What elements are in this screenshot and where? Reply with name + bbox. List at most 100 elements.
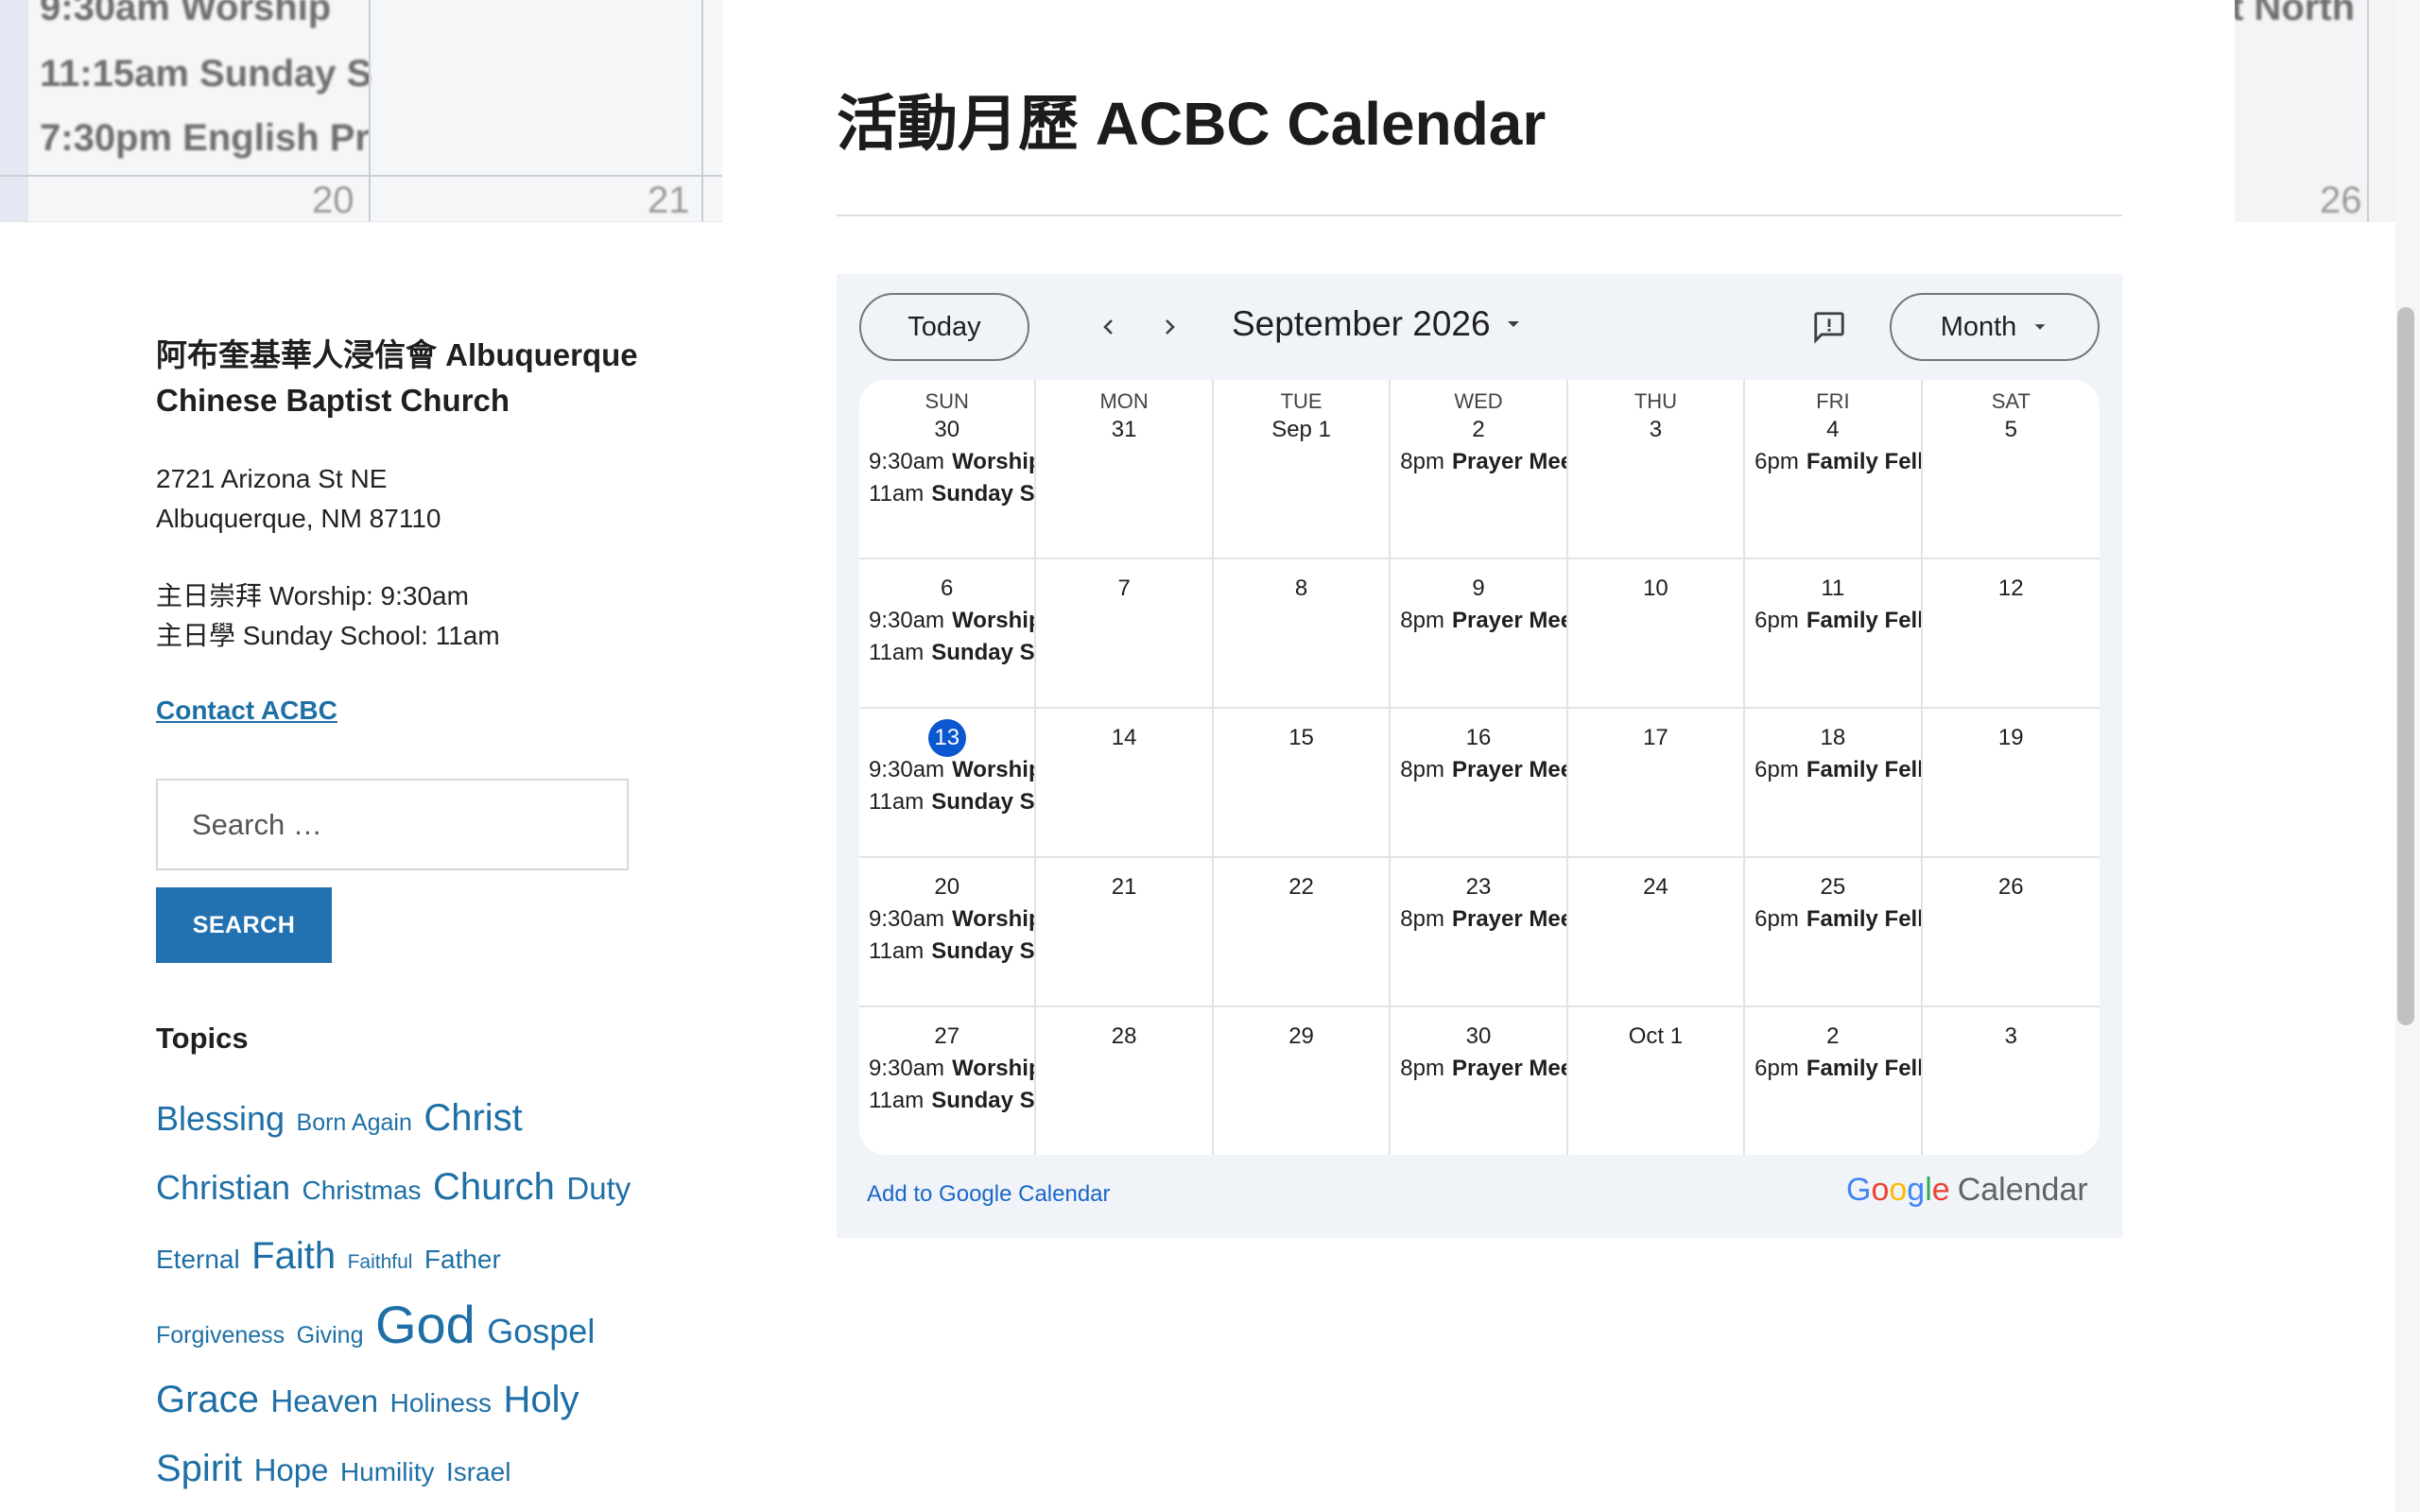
calendar-day-cell[interactable]: SUN 30 9:30am Worship 11amSunday School bbox=[859, 380, 1037, 559]
calendar-day-cell[interactable]: 17 bbox=[1567, 709, 1746, 858]
calendar-event[interactable]: 11amSunday School bbox=[859, 936, 1034, 968]
topic-tag-link[interactable]: Church bbox=[433, 1166, 555, 1208]
topic-tag-link[interactable]: Christ bbox=[424, 1097, 522, 1139]
calendar-event[interactable]: 8pm Prayer Meeting bbox=[1391, 446, 1565, 478]
calendar-day-cell[interactable]: 20 9:30am Worship 11amSunday School bbox=[859, 858, 1037, 1007]
next-month-button[interactable] bbox=[1149, 306, 1190, 348]
day-number[interactable]: 3 bbox=[1568, 414, 1743, 446]
day-number[interactable]: 8 bbox=[1214, 573, 1389, 605]
day-number[interactable]: 17 bbox=[1568, 722, 1743, 754]
topic-tag-link[interactable]: Heaven bbox=[270, 1383, 378, 1418]
today-day-number[interactable]: 13 bbox=[859, 719, 1034, 757]
calendar-day-cell[interactable]: 24 bbox=[1567, 858, 1746, 1007]
calendar-day-cell[interactable]: TUE Sep 1 bbox=[1213, 380, 1392, 559]
topic-tag-link[interactable]: God bbox=[375, 1295, 475, 1354]
topic-tag-link[interactable]: Grace bbox=[156, 1379, 259, 1420]
search-button[interactable]: SEARCH bbox=[156, 887, 332, 963]
day-number[interactable]: 4 bbox=[1745, 414, 1920, 446]
topic-tag-link[interactable]: Faithful bbox=[348, 1251, 413, 1273]
calendar-day-cell[interactable]: 16 8pm Prayer Meeting bbox=[1391, 709, 1568, 858]
calendar-event[interactable]: 11amSunday School bbox=[859, 637, 1034, 669]
day-number[interactable]: Oct 1 bbox=[1568, 1021, 1743, 1053]
calendar-day-cell[interactable]: 15 bbox=[1213, 709, 1392, 858]
calendar-day-cell[interactable]: Oct 1 bbox=[1568, 1007, 1746, 1155]
calendar-day-cell[interactable]: 8 bbox=[1213, 559, 1392, 709]
contact-link[interactable]: Contact ACBC bbox=[156, 696, 337, 726]
day-number[interactable]: 2 bbox=[1391, 414, 1565, 446]
view-selector-button[interactable]: Month bbox=[1890, 293, 2100, 361]
today-button[interactable]: Today bbox=[859, 293, 1029, 361]
topic-tag-link[interactable]: Humility bbox=[340, 1457, 435, 1486]
scrollbar-thumb[interactable] bbox=[2397, 307, 2414, 1025]
calendar-event[interactable]: 8pm Prayer Meeting bbox=[1391, 605, 1565, 637]
calendar-event[interactable]: 9:30am Worship bbox=[859, 605, 1034, 637]
day-number[interactable]: 27 bbox=[859, 1021, 1034, 1053]
calendar-day-cell[interactable]: 7 bbox=[1036, 559, 1214, 709]
calendar-event[interactable]: 11amSunday School bbox=[859, 478, 1034, 510]
calendar-event[interactable]: 9:30am Worship bbox=[859, 1053, 1034, 1085]
add-to-google-calendar-link[interactable]: Add to Google Calendar bbox=[867, 1181, 1111, 1208]
day-number[interactable]: 7 bbox=[1036, 573, 1211, 605]
day-number[interactable]: 19 bbox=[1923, 722, 2100, 754]
topic-tag-link[interactable]: Christian bbox=[156, 1168, 290, 1207]
calendar-event[interactable]: 9:30am Worship bbox=[859, 446, 1034, 478]
day-number[interactable]: 6 bbox=[859, 573, 1034, 605]
calendar-day-cell[interactable]: 6 9:30am Worship 11amSunday School bbox=[859, 559, 1037, 709]
day-number[interactable]: 29 bbox=[1214, 1021, 1389, 1053]
calendar-event[interactable]: 9:30am Worship bbox=[859, 903, 1034, 936]
topic-tag-link[interactable]: Blessing bbox=[156, 1099, 285, 1138]
calendar-day-cell[interactable]: 19 bbox=[1922, 709, 2100, 858]
calendar-day-cell[interactable]: 14 bbox=[1036, 709, 1214, 858]
topic-tag-link[interactable]: Duty bbox=[566, 1171, 631, 1206]
topic-tag-link[interactable]: Father bbox=[424, 1245, 501, 1274]
calendar-day-cell[interactable]: 21 bbox=[1036, 858, 1214, 1007]
calendar-day-cell[interactable]: 22 bbox=[1213, 858, 1392, 1007]
day-number[interactable]: Sep 1 bbox=[1214, 414, 1389, 446]
day-number[interactable]: 24 bbox=[1568, 871, 1743, 903]
topic-tag-link[interactable]: Gospel bbox=[487, 1312, 595, 1350]
calendar-day-cell[interactable]: 2 6pm Family Fellowship bbox=[1745, 1007, 1923, 1155]
day-number[interactable]: 20 bbox=[859, 871, 1034, 903]
day-number[interactable]: 25 bbox=[1745, 871, 1920, 903]
day-number[interactable]: 2 bbox=[1745, 1021, 1920, 1053]
day-number[interactable]: 15 bbox=[1214, 722, 1389, 754]
topic-tag-link[interactable]: Born Again bbox=[297, 1109, 412, 1136]
previous-month-button[interactable] bbox=[1088, 306, 1130, 348]
calendar-day-cell[interactable]: 9 8pm Prayer Meeting bbox=[1391, 559, 1568, 709]
topic-tag-link[interactable]: Hope bbox=[254, 1452, 329, 1487]
day-number[interactable]: 14 bbox=[1036, 722, 1211, 754]
calendar-event[interactable]: 8pm Prayer Meeting bbox=[1391, 754, 1565, 786]
day-number[interactable]: 22 bbox=[1214, 871, 1389, 903]
day-number[interactable]: 9 bbox=[1391, 573, 1565, 605]
day-number[interactable]: 18 bbox=[1745, 722, 1920, 754]
calendar-day-cell[interactable]: SAT 5 bbox=[1922, 380, 2100, 559]
calendar-event[interactable]: 6pm Family Fellowship bbox=[1745, 605, 1920, 637]
day-number[interactable]: 11 bbox=[1745, 573, 1920, 605]
calendar-event[interactable]: 6pm Family Fellowship bbox=[1745, 1053, 1920, 1085]
calendar-day-cell[interactable]: 12 bbox=[1922, 559, 2100, 709]
calendar-day-cell[interactable]: 23 8pm Prayer Meeting bbox=[1391, 858, 1568, 1007]
day-number[interactable]: 28 bbox=[1036, 1021, 1211, 1053]
calendar-day-cell[interactable]: MON 31 bbox=[1036, 380, 1214, 559]
day-number[interactable]: 21 bbox=[1036, 871, 1211, 903]
calendar-event[interactable]: 11amSunday School bbox=[859, 786, 1034, 818]
calendar-event[interactable]: 8pm Prayer Meeting bbox=[1391, 1053, 1565, 1085]
google-calendar-logo[interactable]: Google Calendar bbox=[1846, 1172, 2088, 1209]
topic-tag-link[interactable]: Christmas bbox=[302, 1176, 422, 1205]
calendar-event[interactable]: 6pm Family Fellowship bbox=[1745, 754, 1920, 786]
topic-tag-link[interactable]: Holiness bbox=[390, 1388, 492, 1418]
calendar-day-cell[interactable]: FRI 4 6pm Family Fellowship bbox=[1745, 380, 1923, 559]
calendar-day-cell[interactable]: 30 8pm Prayer Meeting bbox=[1391, 1007, 1568, 1155]
feedback-button[interactable] bbox=[1805, 302, 1854, 352]
topic-tag-link[interactable]: Giving bbox=[297, 1322, 364, 1349]
calendar-day-cell[interactable]: 11 6pm Family Fellowship bbox=[1745, 559, 1923, 709]
topic-tag-link[interactable]: Eternal bbox=[156, 1245, 240, 1274]
month-picker[interactable]: September 2026 bbox=[1232, 304, 1523, 344]
calendar-day-cell[interactable]: 10 bbox=[1567, 559, 1746, 709]
calendar-event[interactable]: 9:30am Worship bbox=[859, 754, 1034, 786]
day-number[interactable]: 23 bbox=[1391, 871, 1565, 903]
topic-tag-link[interactable]: Spirit bbox=[156, 1448, 242, 1489]
day-number[interactable]: 16 bbox=[1391, 722, 1565, 754]
calendar-day-cell[interactable]: 18 6pm Family Fellowship bbox=[1745, 709, 1923, 858]
day-number[interactable]: 31 bbox=[1036, 414, 1211, 446]
